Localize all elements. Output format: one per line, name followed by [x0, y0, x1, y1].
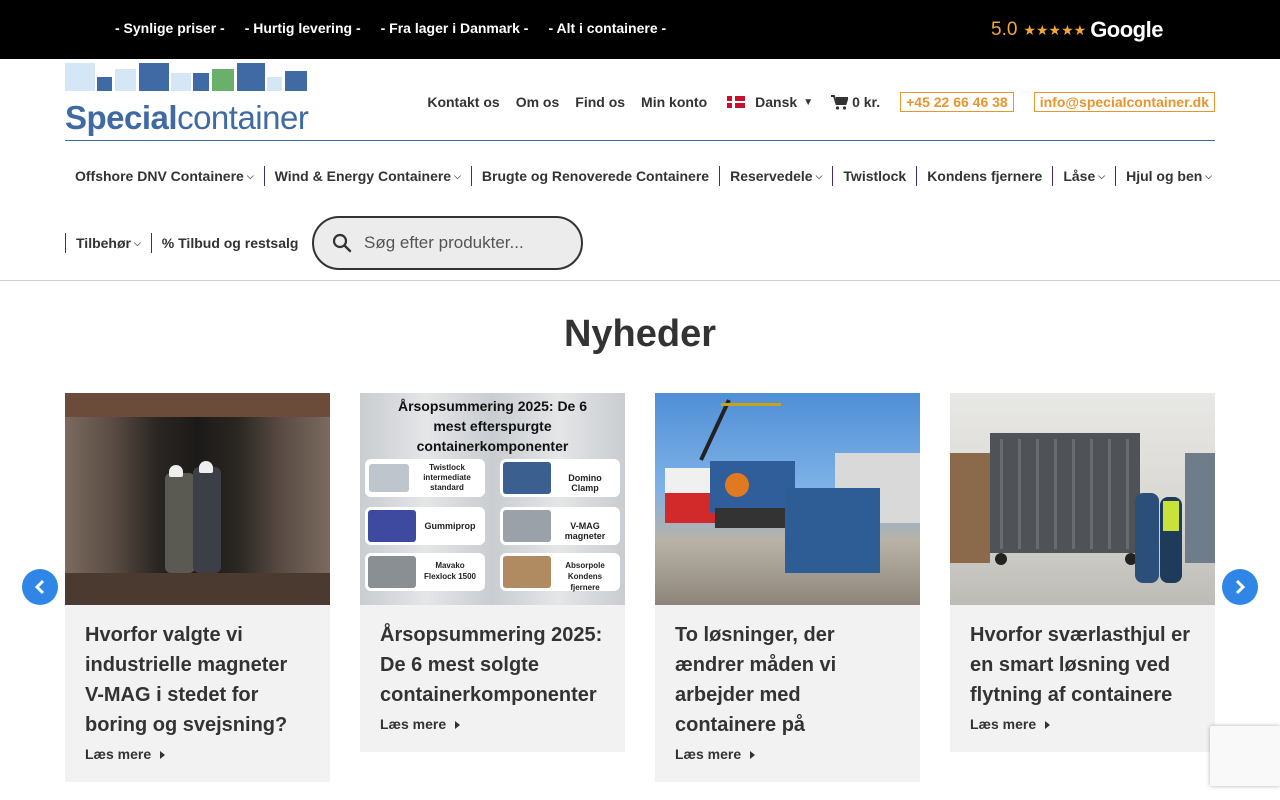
- recaptcha-badge[interactable]: [1210, 726, 1280, 786]
- nav-link-find-us[interactable]: Find os: [575, 94, 625, 110]
- main-nav-row-1: Offshore DNV Containere ⌵ Wind & Energy C…: [65, 166, 1222, 186]
- caret-down-icon[interactable]: ▼: [803, 97, 813, 108]
- caret-right-icon: [1045, 721, 1051, 729]
- news-card[interactable]: Årsopsummering 2025: De 6 mest efterspur…: [360, 393, 625, 752]
- cart-total: 0 kr.: [852, 94, 881, 110]
- news-card-title[interactable]: Årsopsummering 2025: De 6 mest solgte co…: [360, 605, 625, 710]
- usp-item: - Fra lager i Danmark -: [380, 20, 529, 36]
- carousel-prev-button[interactable]: [22, 569, 58, 605]
- site-logo[interactable]: Specialcontainer: [65, 63, 310, 137]
- news-card[interactable]: Hvorfor sværlasthjul er en smart løsning…: [950, 393, 1215, 752]
- chevron-down-icon: ⌵: [133, 237, 141, 248]
- top-bar: - Synlige priser - - Hurtig levering - -…: [0, 0, 1280, 59]
- news-card-image[interactable]: Årsopsummering 2025: De 6 mest efterspur…: [360, 393, 625, 605]
- danish-flag-icon: [727, 96, 746, 108]
- main-nav-row-2: Tilbehør ⌵ % Tilbud og restsalg: [65, 233, 308, 253]
- read-more-link[interactable]: Læs mere: [950, 710, 1215, 752]
- menu-offers-clearance[interactable]: % Tilbud og restsalg: [150, 233, 309, 253]
- search-box[interactable]: [312, 216, 583, 270]
- google-rating[interactable]: 5.0 ★★★★★ Google: [991, 17, 1163, 43]
- news-card-title[interactable]: Hvorfor valgte vi industrielle magneter …: [65, 605, 330, 740]
- usp-item: - Synlige priser -: [115, 20, 225, 36]
- rating-stars-icon: ★★★★★: [1023, 21, 1087, 38]
- news-card-image[interactable]: [950, 393, 1215, 605]
- image-tile: Mavako Flexlock 1500: [365, 553, 485, 591]
- usp-item: - Alt i containere -: [548, 20, 667, 36]
- read-more-link[interactable]: Læs mere: [65, 740, 330, 782]
- usp-item: - Hurtig levering -: [244, 20, 361, 36]
- carousel-next-button[interactable]: [1222, 569, 1258, 605]
- search-input[interactable]: [364, 233, 564, 253]
- phone-link[interactable]: +45 22 66 46 38: [900, 92, 1014, 112]
- chevron-down-icon: ⌵: [1098, 170, 1106, 181]
- image-heading: Årsopsummering 2025: De 6 mest efterspur…: [397, 398, 588, 454]
- top-navigation: Kontakt os Om os Find os Min konto Dansk…: [411, 92, 1215, 112]
- nav-divider: [0, 280, 1280, 281]
- menu-spare-parts[interactable]: Reservedele ⌵: [719, 166, 832, 186]
- news-carousel: Hvorfor valgte vi industrielle magneter …: [65, 393, 1215, 793]
- news-card-image[interactable]: [655, 393, 920, 605]
- usp-list: - Synlige priser - - Hurtig levering - -…: [115, 20, 686, 36]
- menu-wind-energy[interactable]: Wind & Energy Containere ⌵: [263, 166, 471, 186]
- cart-button[interactable]: 0 kr.: [831, 94, 880, 110]
- cart-icon: [831, 94, 849, 110]
- news-card-image[interactable]: [65, 393, 330, 605]
- chevron-down-icon: ⌵: [1205, 170, 1213, 181]
- news-card-title[interactable]: Hvorfor sværlasthjul er en smart løsning…: [950, 605, 1215, 710]
- chevron-down-icon: ⌵: [246, 170, 254, 181]
- menu-used-renovated[interactable]: Brugte og Renoverede Containere: [470, 166, 719, 186]
- email-link[interactable]: info@specialcontainer.dk: [1033, 92, 1215, 112]
- caret-right-icon: [455, 721, 461, 729]
- image-tile: Absorpole Kondens fjernere: [500, 553, 620, 592]
- image-tile: Twistlock intermediate standard: [365, 459, 485, 497]
- image-tile: Gummiprop: [365, 507, 485, 545]
- news-heading: Nyheder: [563, 313, 717, 355]
- chevron-right-icon: [1235, 579, 1246, 595]
- chevron-left-icon: [34, 579, 45, 595]
- menu-locks[interactable]: Låse ⌵: [1052, 166, 1115, 186]
- menu-accessories[interactable]: Tilbehør ⌵: [65, 233, 151, 253]
- logo-word-container: container: [177, 99, 309, 136]
- read-more-link[interactable]: Læs mere: [655, 740, 920, 782]
- image-tile: V-MAG magneter: [500, 507, 620, 545]
- site-header: Specialcontainer Kontakt os Om os Find o…: [65, 59, 1215, 141]
- menu-twistlock[interactable]: Twistlock: [832, 166, 916, 186]
- image-tile: Domino Clamp: [500, 459, 620, 497]
- caret-right-icon: [160, 751, 166, 759]
- chevron-down-icon: ⌵: [815, 170, 823, 181]
- google-logo: Google: [1090, 17, 1163, 42]
- nav-link-about[interactable]: Om os: [516, 94, 560, 110]
- news-card-title[interactable]: To løsninger, der ændrer måden vi arbejd…: [655, 605, 920, 740]
- menu-wheels-legs[interactable]: Hjul og ben ⌵: [1115, 166, 1222, 186]
- nav-link-contact[interactable]: Kontakt os: [427, 94, 499, 110]
- news-card[interactable]: To løsninger, der ændrer måden vi arbejd…: [655, 393, 920, 782]
- read-more-link[interactable]: Læs mere: [360, 710, 625, 752]
- language-selector[interactable]: Dansk: [755, 94, 797, 110]
- menu-condensation-removers[interactable]: Kondens fjernere: [916, 166, 1052, 186]
- nav-link-my-account[interactable]: Min konto: [641, 94, 707, 110]
- search-icon: [332, 233, 352, 253]
- menu-offshore-dnv[interactable]: Offshore DNV Containere ⌵: [65, 166, 264, 186]
- rating-score: 5.0: [991, 19, 1018, 40]
- logo-word-special: Special: [65, 99, 178, 136]
- chevron-down-icon: ⌵: [454, 170, 461, 181]
- news-card[interactable]: Hvorfor valgte vi industrielle magneter …: [65, 393, 330, 782]
- caret-right-icon: [750, 751, 756, 759]
